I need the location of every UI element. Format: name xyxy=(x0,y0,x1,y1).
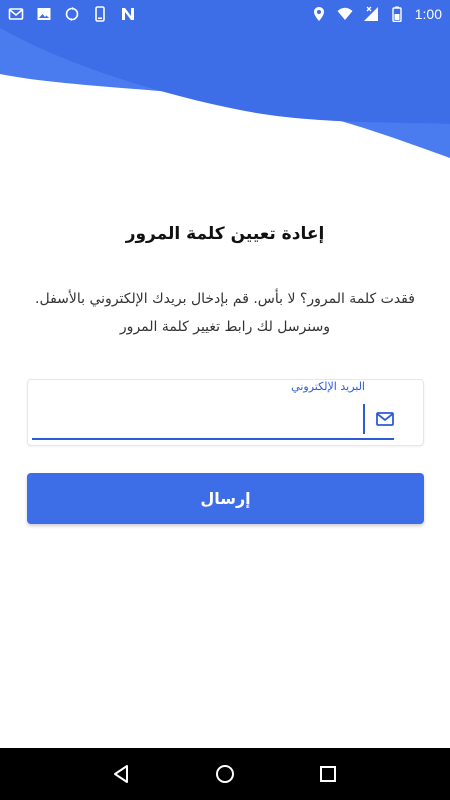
sync-icon xyxy=(64,6,80,22)
status-time: 1:00 xyxy=(414,6,442,22)
email-input[interactable] xyxy=(32,402,362,438)
wifi-icon xyxy=(337,6,353,22)
text-caret xyxy=(363,404,365,434)
email-card: البريد الإلكتروني xyxy=(27,379,424,446)
email-label: البريد الإلكتروني xyxy=(291,380,365,393)
mail-icon xyxy=(374,408,396,430)
submit-button[interactable]: إرسال xyxy=(27,473,424,524)
n-icon xyxy=(120,6,136,22)
description-line-2: وسنرسل لك رابط تغيير كلمة المرور xyxy=(119,319,331,335)
description-line-1: فقدت كلمة المرور؟ لا بأس. قم بإدخال بريد… xyxy=(35,291,415,307)
back-icon[interactable] xyxy=(102,754,142,794)
page-description: فقدت كلمة المرور؟ لا بأس. قم بإدخال بريد… xyxy=(20,285,430,341)
battery-icon xyxy=(389,6,405,22)
signal-icon xyxy=(363,6,379,22)
mail-icon xyxy=(8,6,24,22)
image-icon xyxy=(36,6,52,22)
navigation-bar xyxy=(0,748,450,800)
status-bar: 1:00 xyxy=(0,0,450,28)
location-icon xyxy=(311,6,327,22)
email-underline xyxy=(32,438,394,440)
page-title: إعادة تعيين كلمة المرور xyxy=(125,224,325,244)
recents-icon[interactable] xyxy=(308,754,348,794)
home-icon[interactable] xyxy=(205,754,245,794)
phone-icon xyxy=(92,6,108,22)
